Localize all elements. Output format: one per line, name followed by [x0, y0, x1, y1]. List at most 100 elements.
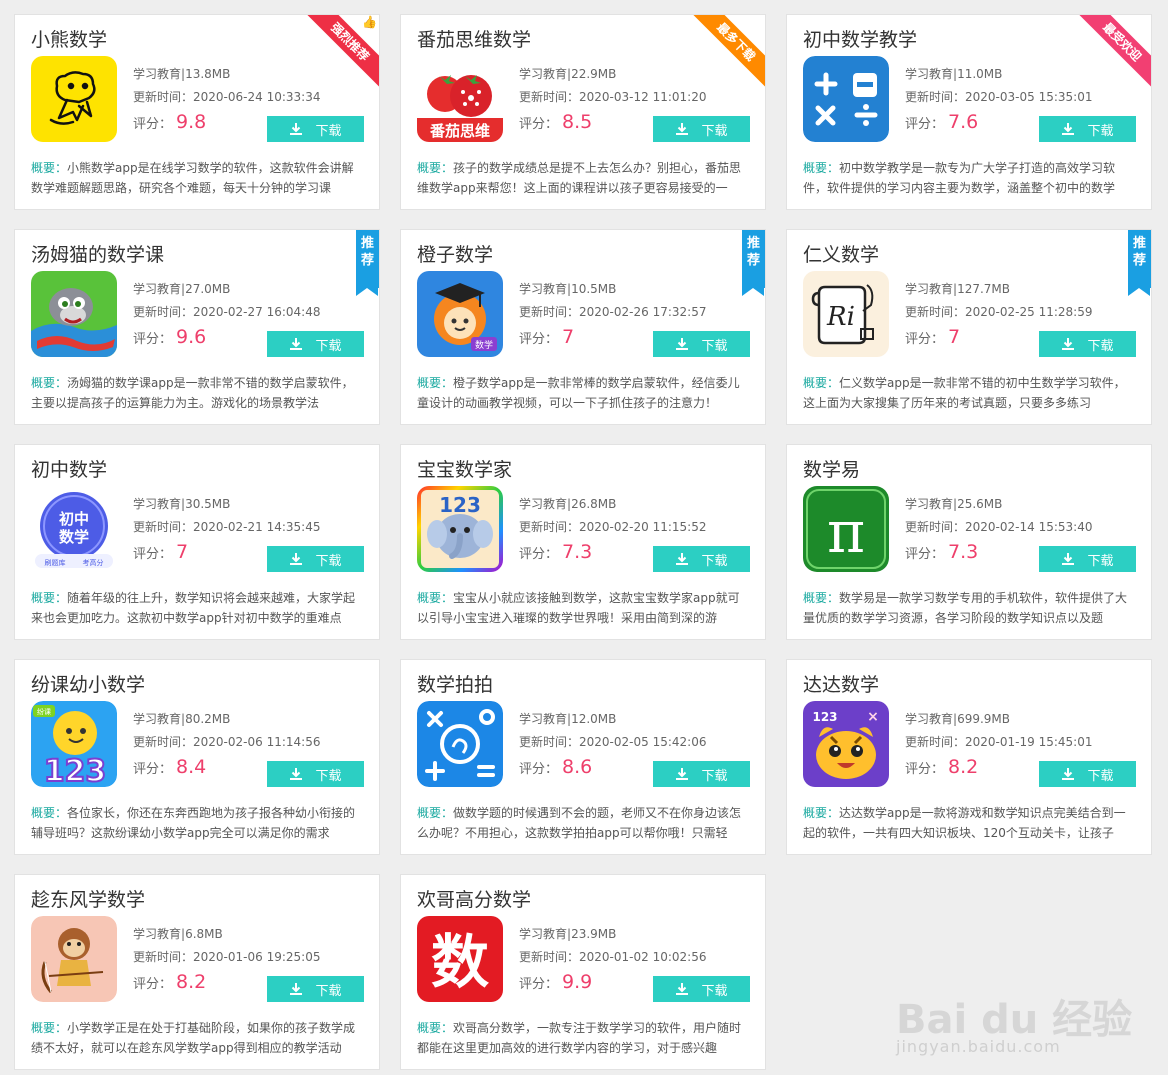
summary-text: 初中数学教学是一款专为广大学子打造的高效学习软件，软件提供的学习内容主要为数学，… [803, 161, 1116, 195]
summary-text: 做数学题的时候遇到不会的题，老师又不在你身边该怎么办呢？不用担心，这款数学拍拍a… [417, 806, 742, 840]
download-button[interactable]: 下载 [267, 331, 364, 357]
download-label: 下载 [315, 553, 342, 569]
app-card[interactable]: 初中数学教学 学习教育|11.0MB 更新时间：2020-03-05 15:35… [786, 14, 1152, 210]
app-category-size: 学习教育|12.0MB [519, 708, 706, 731]
download-button[interactable]: 下载 [653, 116, 750, 142]
download-button[interactable]: 下载 [1039, 331, 1136, 357]
app-title[interactable]: 达达数学 [803, 670, 879, 697]
app-rating-row: 评分： 8.5 [519, 111, 592, 133]
app-title[interactable]: 仁义数学 [803, 240, 879, 267]
svg-text:数: 数 [431, 928, 489, 996]
app-title[interactable]: 汤姆猫的数学课 [31, 240, 164, 267]
download-button[interactable]: 下载 [267, 761, 364, 787]
app-summary: 概要：小熊数学app是在线学习数学的软件，这款软件会讲解数学难题解题思路，研究各… [31, 158, 365, 198]
app-card[interactable]: 汤姆猫的数学课 学习教育|27.0MB 更新时间：2020-02-27 16:0… [14, 229, 380, 425]
tom-cat-icon[interactable] [31, 271, 117, 357]
sun-123-icon[interactable]: 纷课 123 [31, 701, 117, 787]
shu-character-icon[interactable]: 数 [417, 916, 503, 1002]
orange-scholar-icon[interactable]: 数学 [417, 271, 503, 357]
app-card[interactable]: 达达数学 123 × 学习教育|699.9MB 更新时间：2020-01-19 1… [786, 659, 1152, 855]
app-card[interactable]: 宝宝数学家 123 学习教育|26.8MB 更新时间：2020-02-20 11… [400, 444, 766, 640]
tiger-icon[interactable]: 123 × [803, 701, 889, 787]
app-size: 80.2MB [185, 712, 231, 726]
updated-label: 更新时间： [905, 305, 966, 319]
download-button[interactable]: 下载 [653, 976, 750, 1002]
scroll-icon[interactable]: Ri [803, 271, 889, 357]
app-updated-row: 更新时间：2020-01-06 19:25:05 [133, 946, 320, 969]
app-size: 13.8MB [185, 67, 231, 81]
app-rating: 7 [948, 326, 961, 348]
app-card[interactable]: 小熊数学 学习教育|13.8MB 更新时间：2020-06-24 10:33:3… [14, 14, 380, 210]
updated-label: 更新时间： [133, 735, 194, 749]
app-card[interactable]: 初中数学 初中 数学 刷题库 考高分 学习教育|30.5MB 更新时间：2020-02… [14, 444, 380, 640]
summary-label: 概要： [417, 1021, 454, 1035]
app-meta: 学习教育|27.0MB 更新时间：2020-02-27 16:04:48 [133, 278, 320, 324]
download-icon [290, 983, 303, 995]
app-meta: 学习教育|11.0MB 更新时间：2020-03-05 15:35:01 [905, 63, 1092, 109]
download-label: 下载 [315, 338, 342, 354]
app-title[interactable]: 初中数学教学 [803, 25, 917, 52]
app-title[interactable]: 数学易 [803, 455, 860, 482]
app-category: 学习教育 [133, 927, 182, 941]
bear-icon[interactable] [31, 56, 117, 142]
download-icon [676, 123, 689, 135]
calculator-icon[interactable] [803, 56, 889, 142]
rating-label: 评分： [519, 117, 559, 132]
download-button[interactable]: 下载 [653, 331, 750, 357]
svg-text:数学: 数学 [475, 339, 493, 351]
app-card[interactable]: 橙子数学 数学 学习教育|10.5MB 更新时间：2020-02-26 17:3… [400, 229, 766, 425]
app-card[interactable]: 趁东风学数学 学习教育|6.8MB 更新时间：2020-01-06 19:25:… [14, 874, 380, 1070]
app-rating-row: 评分： 7.3 [519, 541, 592, 563]
app-card[interactable]: 番茄思维数学 番茄思维 学习教育|22.9MB 更新时间：2020-03-12 … [400, 14, 766, 210]
download-label: 下载 [1087, 338, 1114, 354]
svg-text:123: 123 [44, 754, 107, 787]
app-category: 学习教育 [519, 497, 568, 511]
app-updated-row: 更新时间：2020-01-19 15:45:01 [905, 731, 1092, 754]
rating-label: 评分： [905, 332, 945, 347]
app-updated: 2020-02-05 15:42:06 [579, 735, 707, 749]
math-camera-icon[interactable] [417, 701, 503, 787]
app-card[interactable]: 数学易 π 学习教育|25.6MB 更新时间：2020-02-14 15:53:… [786, 444, 1152, 640]
download-button[interactable]: 下载 [653, 546, 750, 572]
svg-text:刷题库: 刷题库 [45, 558, 66, 567]
app-updated: 2020-01-02 10:02:56 [579, 950, 707, 964]
app-rating: 7.3 [562, 541, 593, 563]
download-button[interactable]: 下载 [267, 116, 364, 142]
download-button[interactable]: 下载 [1039, 116, 1136, 142]
download-button[interactable]: 下载 [653, 761, 750, 787]
download-button[interactable]: 下载 [1039, 761, 1136, 787]
app-card[interactable]: 欢哥高分数学 数 学习教育|23.9MB 更新时间：2020-01-02 10:… [400, 874, 766, 1070]
app-title[interactable]: 宝宝数学家 [417, 455, 512, 482]
updated-label: 更新时间： [905, 90, 966, 104]
rating-label: 评分： [133, 547, 173, 562]
download-button[interactable]: 下载 [267, 546, 364, 572]
app-title[interactable]: 橙子数学 [417, 240, 493, 267]
junior-math-badge-icon[interactable]: 初中 数学 刷题库 考高分 [31, 486, 117, 572]
pi-icon[interactable]: π [803, 486, 889, 572]
app-title[interactable]: 纷课幼小数学 [31, 670, 145, 697]
download-label: 下载 [701, 983, 728, 999]
app-title[interactable]: 番茄思维数学 [417, 25, 531, 52]
app-size: 30.5MB [185, 497, 231, 511]
app-card[interactable]: 数学拍拍 学习教育|12.0MB 更新时间：2020-02-05 15:42:0… [400, 659, 766, 855]
app-title[interactable]: 小熊数学 [31, 25, 107, 52]
download-button[interactable]: 下载 [267, 976, 364, 1002]
app-card[interactable]: 仁义数学 Ri 学习教育|127.7MB 更新时间：2020-02-25 11:… [786, 229, 1152, 425]
tomato-icon[interactable]: 番茄思维 [417, 56, 503, 142]
summary-label: 概要： [31, 806, 68, 820]
app-title[interactable]: 数学拍拍 [417, 670, 493, 697]
monkey-archer-icon[interactable] [31, 916, 117, 1002]
elephant-icon[interactable]: 123 [417, 486, 503, 572]
summary-text: 各位家长，你还在东奔西跑地为孩子报各种幼小衔接的辅导班吗？这款纷课幼小数学app… [31, 806, 356, 840]
rating-label: 评分： [519, 547, 559, 562]
download-label: 下载 [701, 553, 728, 569]
app-title[interactable]: 欢哥高分数学 [417, 885, 531, 912]
summary-text: 小学数学正是在处于打基础阶段，如果你的孩子数学成绩不太好，就可以在趁东风学数学a… [31, 1021, 356, 1055]
app-rating: 8.4 [176, 756, 207, 778]
app-card[interactable]: 纷课幼小数学 纷课 123 学习教育|80.2MB 更新时间：2020-02-06… [14, 659, 380, 855]
app-rating: 7.6 [948, 111, 979, 133]
app-summary: 概要：仁义数学app是一款非常不错的初中生数学学习软件，这上面为大家搜集了历年来… [803, 373, 1137, 413]
app-title[interactable]: 初中数学 [31, 455, 107, 482]
app-title[interactable]: 趁东风学数学 [31, 885, 145, 912]
download-button[interactable]: 下载 [1039, 546, 1136, 572]
